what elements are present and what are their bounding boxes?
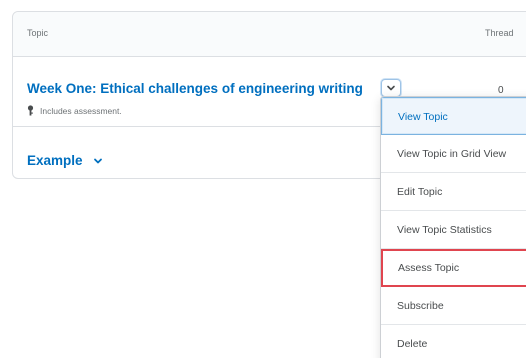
category-title: Example (27, 153, 83, 168)
topic-actions-menu: View Topic View Topic in Grid View Edit … (380, 96, 526, 358)
assessment-note-text: Includes assessment. (40, 105, 122, 116)
menu-item-view-topic-grid[interactable]: View Topic in Grid View (381, 135, 526, 173)
column-header-threads[interactable]: Thread (485, 28, 514, 38)
menu-item-delete[interactable]: Delete (381, 325, 526, 358)
thread-count: 0 (498, 85, 504, 96)
menu-item-view-topic[interactable]: View Topic (381, 97, 526, 135)
discussion-page: Topic Thread Week One: Ethical challenge… (0, 0, 526, 358)
chevron-down-icon (93, 156, 103, 166)
key-icon (27, 105, 34, 116)
table-header: Topic Thread (13, 12, 526, 57)
menu-item-subscribe[interactable]: Subscribe (381, 287, 526, 325)
topic-actions-button[interactable] (381, 79, 401, 97)
assessment-note: Includes assessment. (27, 105, 122, 116)
category-toggle[interactable]: Example (27, 153, 103, 168)
chevron-down-icon (386, 83, 396, 93)
menu-item-view-topic-statistics[interactable]: View Topic Statistics (381, 211, 526, 249)
menu-item-edit-topic[interactable]: Edit Topic (381, 173, 526, 211)
column-header-topic[interactable]: Topic (27, 28, 48, 38)
topic-title-link[interactable]: Week One: Ethical challenges of engineer… (27, 81, 363, 96)
menu-item-assess-topic[interactable]: Assess Topic (381, 249, 526, 287)
